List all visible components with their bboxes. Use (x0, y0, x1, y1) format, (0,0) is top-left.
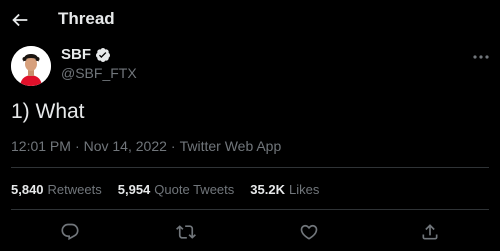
tweet-text: 1) What (11, 100, 85, 123)
divider (11, 209, 489, 210)
back-button[interactable] (9, 9, 31, 31)
verified-badge-icon (95, 47, 110, 62)
divider (11, 167, 489, 168)
like-button[interactable] (299, 222, 319, 242)
retweet-button[interactable] (176, 222, 196, 242)
tweet-metadata: 12:01 PM · Nov 14, 2022 · Twitter Web Ap… (11, 138, 281, 154)
author-name[interactable]: SBF (61, 46, 91, 63)
retweets-stat[interactable]: 5,840 Retweets (11, 182, 102, 197)
author-handle[interactable]: @SBF_FTX (61, 65, 137, 81)
more-options-button[interactable] (470, 49, 492, 65)
page-title: Thread (58, 9, 115, 28)
profile-photo (11, 46, 51, 86)
quote-tweets-count: 5,954 (117, 182, 151, 197)
engagement-stats: 5,840 Retweets 5,954 Quote Tweets 35.2K … (11, 182, 335, 197)
arrow-left-icon (12, 13, 28, 27)
retweets-label: Retweets (47, 182, 102, 197)
tweet-time[interactable]: 12:01 PM (11, 138, 71, 154)
likes-label: Likes (288, 182, 320, 197)
top-bar: Thread (0, 0, 500, 40)
meta-separator: · (170, 138, 176, 154)
meta-separator: · (74, 138, 80, 154)
like-icon (300, 224, 318, 240)
quote-tweets-stat[interactable]: 5,954 Quote Tweets (118, 182, 235, 197)
tweet-actions (0, 219, 500, 245)
more-horizontal-icon (473, 55, 489, 59)
reply-icon (61, 223, 79, 241)
tweet-source[interactable]: Twitter Web App (180, 138, 282, 154)
avatar[interactable] (11, 46, 51, 86)
reply-button[interactable] (60, 222, 80, 242)
author-name-row: SBF (61, 46, 111, 63)
quote-tweets-label: Quote Tweets (154, 182, 235, 197)
retweets-count: 5,840 (11, 182, 44, 197)
share-button[interactable] (420, 222, 440, 242)
retweet-icon (176, 225, 196, 239)
tweet-date[interactable]: Nov 14, 2022 (84, 138, 167, 154)
likes-count: 35.2K (250, 182, 285, 197)
share-icon (422, 224, 438, 240)
likes-stat[interactable]: 35.2K Likes (250, 182, 319, 197)
